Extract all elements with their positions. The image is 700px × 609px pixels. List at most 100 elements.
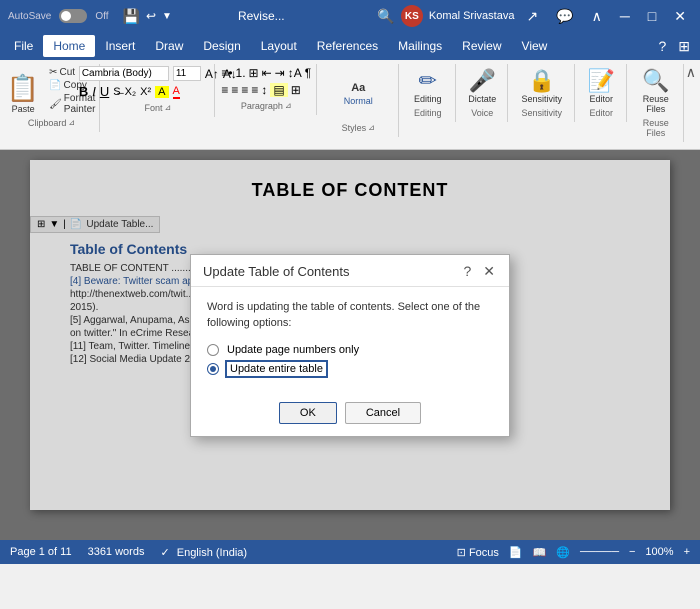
- ribbon: 📋 Paste ✂ Cut 📄 Copy 🖌 Format Painter: [0, 60, 700, 150]
- dialog-footer: OK Cancel: [191, 394, 509, 436]
- autosave-toggle[interactable]: [59, 9, 87, 23]
- menu-design[interactable]: Design: [193, 35, 250, 57]
- paragraph-expand[interactable]: ⊿: [285, 101, 292, 110]
- comments-btn[interactable]: 💬: [550, 8, 579, 25]
- zoom-in-btn[interactable]: +: [684, 546, 690, 558]
- dialog-close-btn[interactable]: ✕: [481, 263, 497, 280]
- font-color-btn[interactable]: A: [173, 85, 180, 99]
- menu-home[interactable]: Home: [43, 35, 95, 57]
- menu-mailings[interactable]: Mailings: [388, 35, 452, 57]
- maximize-btn[interactable]: □: [642, 8, 662, 24]
- ribbon-scroll-up-btn[interactable]: ∧: [686, 64, 696, 81]
- show-formatting-btn[interactable]: ¶: [305, 66, 311, 80]
- bold-btn[interactable]: B: [79, 84, 88, 99]
- editing-btn[interactable]: ✏ Editing: [408, 66, 448, 106]
- editor-btn[interactable]: 📝 Editor: [581, 66, 621, 106]
- filename: Revise...: [238, 9, 285, 23]
- user-avatar[interactable]: KS: [401, 5, 423, 27]
- ribbon-group-font: A↑ A↓ B I U S̶ X₂ X² A A Font ⊿: [102, 64, 215, 117]
- menu-review[interactable]: Review: [452, 35, 511, 57]
- update-toc-dialog: Update Table of Contents ? ✕ Word is upd…: [190, 254, 510, 437]
- save-icon[interactable]: 💾: [123, 8, 140, 25]
- format-painter-icon: 🖌: [49, 99, 62, 110]
- decrease-indent-btn[interactable]: ⇤: [262, 66, 272, 80]
- dictate-btn[interactable]: 🎤 Dictate: [462, 66, 502, 106]
- ribbon-collapse-btn[interactable]: ∧: [586, 8, 608, 25]
- spellcheck-icon: ✓: [160, 547, 169, 559]
- sensitivity-btn[interactable]: 🔒 Sensitivity: [517, 66, 566, 106]
- view-read-btn[interactable]: 📖: [533, 546, 547, 559]
- superscript-btn[interactable]: X²: [140, 86, 151, 98]
- font-size-input[interactable]: [173, 66, 201, 81]
- menu-draw[interactable]: Draw: [145, 35, 193, 57]
- font-expand[interactable]: ⊿: [164, 103, 171, 112]
- share2-icon[interactable]: ⊞: [672, 38, 696, 55]
- ribbon-group-editor: 📝 Editor Editor: [577, 64, 627, 122]
- italic-btn[interactable]: I: [92, 84, 96, 99]
- menu-file[interactable]: File: [4, 35, 43, 57]
- subscript-btn[interactable]: X₂: [125, 86, 137, 98]
- dialog-help-btn[interactable]: ?: [461, 263, 473, 279]
- shading-btn[interactable]: ▤: [270, 83, 287, 97]
- ok-button[interactable]: OK: [279, 402, 337, 424]
- font-family-input[interactable]: [79, 66, 169, 81]
- language-status: ✓ English (India): [160, 546, 247, 559]
- view-layout-btn[interactable]: 📄: [509, 546, 523, 559]
- copy-icon: 📄: [49, 80, 61, 91]
- styles-expand[interactable]: ⊿: [368, 123, 375, 132]
- undo-icon[interactable]: ↩: [146, 9, 156, 23]
- title-bar-left: AutoSave Off 💾 ↩ ▼ Revise...: [8, 8, 285, 25]
- justify-btn[interactable]: ≡: [251, 83, 258, 97]
- zoom-out-btn[interactable]: −: [629, 546, 635, 558]
- borders-btn[interactable]: ⊞: [291, 83, 301, 97]
- align-left-btn[interactable]: ≡: [221, 83, 228, 97]
- highlight-btn[interactable]: A: [155, 86, 168, 98]
- focus-icon: ⊡: [457, 547, 466, 559]
- paste-icon: 📋: [7, 73, 39, 104]
- cancel-button[interactable]: Cancel: [345, 402, 421, 424]
- radio-page-numbers-label: Update page numbers only: [227, 344, 359, 356]
- align-center-btn[interactable]: ≡: [231, 83, 238, 97]
- paste-btn[interactable]: 📋 Paste: [3, 71, 43, 116]
- view-web-btn[interactable]: 🌐: [556, 546, 570, 559]
- radio-entire-table-circle[interactable]: [207, 363, 219, 375]
- menu-view[interactable]: View: [512, 35, 558, 57]
- minimize-btn[interactable]: ─: [614, 8, 636, 24]
- radio-page-numbers[interactable]: Update page numbers only: [207, 344, 493, 356]
- styles-btn[interactable]: Aa Normal: [338, 66, 378, 121]
- radio-page-numbers-circle[interactable]: [207, 344, 219, 356]
- ribbon-group-voice: 🎤 Dictate Voice: [458, 64, 508, 122]
- line-spacing-btn[interactable]: ↕: [261, 83, 267, 97]
- bullets-btn[interactable]: ≡•: [221, 66, 232, 80]
- ribbon-group-sensitivity: 🔒 Sensitivity Sensitivity: [510, 64, 575, 122]
- focus-btn[interactable]: ⊡ Focus: [457, 546, 499, 559]
- menu-references[interactable]: References: [307, 35, 388, 57]
- underline-btn[interactable]: U: [100, 84, 109, 99]
- title-bar: AutoSave Off 💾 ↩ ▼ Revise... 🔍 KS Komal …: [0, 0, 700, 32]
- close-btn[interactable]: ✕: [668, 8, 692, 25]
- search-icon[interactable]: 🔍: [377, 8, 394, 25]
- sort-btn[interactable]: ↕A: [288, 66, 302, 80]
- multilevel-btn[interactable]: ⊞: [249, 66, 259, 80]
- title-bar-right: 🔍 KS Komal Srivastava ↗ 💬 ∧ ─ □ ✕: [377, 5, 692, 27]
- radio-entire-table[interactable]: Update entire table: [207, 362, 493, 376]
- word-count: 3361 words: [88, 546, 145, 559]
- menu-layout[interactable]: Layout: [251, 35, 307, 57]
- more-icon[interactable]: ▼: [162, 11, 172, 22]
- help-icon[interactable]: ?: [652, 38, 672, 54]
- menu-insert[interactable]: Insert: [95, 35, 145, 57]
- dialog-overlay: Update Table of Contents ? ✕ Word is upd…: [0, 150, 700, 540]
- autosave-label: AutoSave: [8, 11, 51, 22]
- status-bar: Page 1 of 11 3361 words ✓ English (India…: [0, 540, 700, 564]
- ribbon-group-styles: Aa Normal Styles ⊿: [319, 64, 399, 137]
- numbering-btn[interactable]: 1.: [236, 66, 246, 80]
- reuse-files-btn[interactable]: 🔍 ReuseFiles: [636, 66, 676, 116]
- increase-indent-btn[interactable]: ⇥: [275, 66, 285, 80]
- dialog-header-icons: ? ✕: [461, 263, 497, 280]
- strikethrough-btn[interactable]: S̶: [113, 86, 120, 98]
- share-btn[interactable]: ↗: [520, 8, 544, 25]
- menu-bar: File Home Insert Draw Design Layout Refe…: [0, 32, 700, 60]
- page-status: Page 1 of 11: [10, 546, 72, 559]
- align-right-btn[interactable]: ≡: [241, 83, 248, 97]
- clipboard-expand[interactable]: ⊿: [68, 118, 75, 127]
